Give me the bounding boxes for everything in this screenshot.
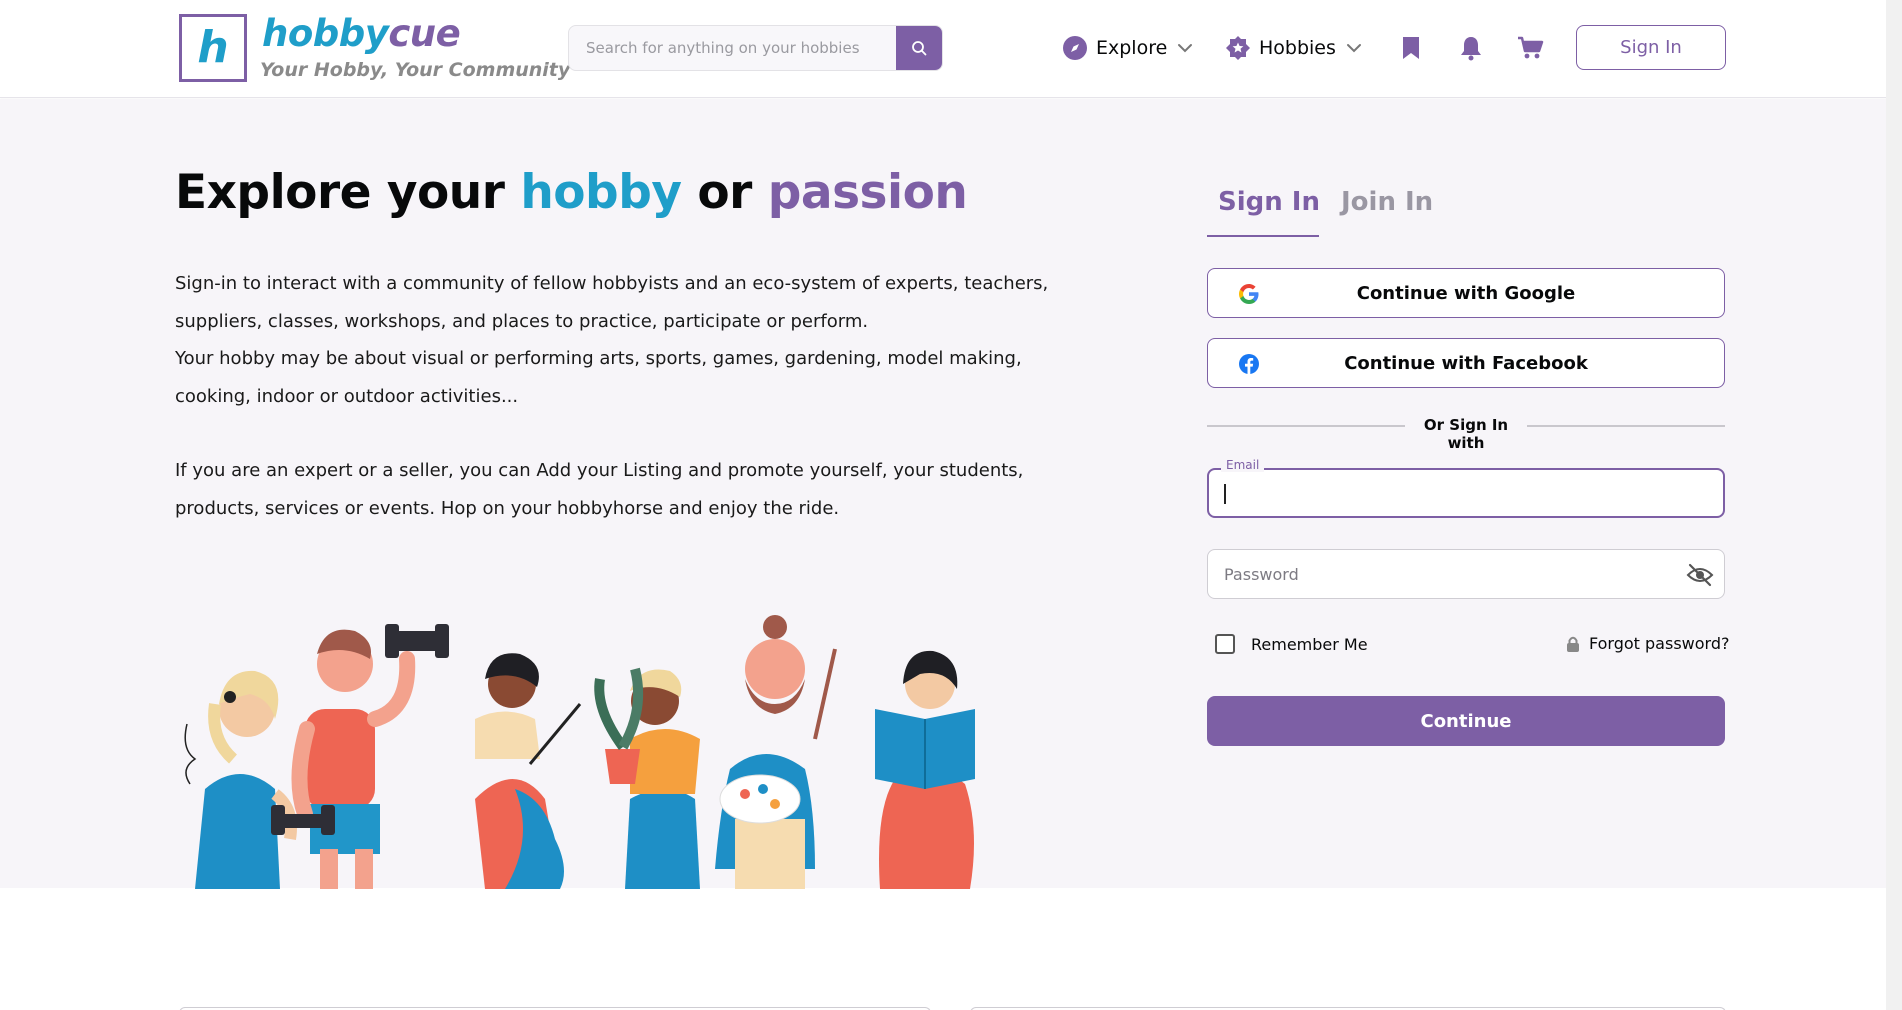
chevron-down-icon — [1178, 44, 1193, 53]
hobbies-badge-icon — [1226, 36, 1250, 60]
or-divider: Or Sign In with — [1207, 416, 1725, 452]
title-hobby: hobby — [520, 165, 682, 220]
remember-me[interactable]: Remember Me — [1215, 634, 1368, 654]
reader-figure — [875, 650, 975, 889]
tab-signin[interactable]: Sign In — [1218, 187, 1320, 217]
title-passion: passion — [767, 165, 968, 220]
nav-explore-label: Explore — [1096, 37, 1168, 59]
singer-figure — [184, 670, 297, 889]
intro-paragraph-3: If you are an expert or a seller, you ca… — [175, 460, 1024, 519]
facebook-signin-button[interactable]: Continue with Facebook — [1207, 338, 1725, 388]
hobbyists-illustration — [184, 615, 975, 889]
header-signin-button[interactable]: Sign In — [1576, 25, 1726, 70]
search-button[interactable] — [896, 26, 942, 70]
tab-join[interactable]: Join In — [1341, 187, 1433, 217]
google-signin-button[interactable]: Continue with Google — [1207, 268, 1725, 318]
eye-off-icon — [1686, 563, 1714, 587]
cart-button[interactable] — [1514, 30, 1548, 66]
email-field: Email — [1207, 458, 1725, 518]
remember-me-checkbox[interactable] — [1215, 634, 1235, 654]
notifications-button[interactable] — [1454, 30, 1488, 66]
page-scrollbar[interactable] — [1886, 0, 1902, 1010]
password-field — [1207, 549, 1725, 599]
active-tab-indicator — [1207, 235, 1319, 237]
hero-section: Explore your hobby or passion Sign-in to… — [0, 99, 1902, 889]
facebook-button-label: Continue with Facebook — [1344, 352, 1588, 374]
nav-explore[interactable]: Explore — [1062, 30, 1193, 66]
lock-icon — [1567, 636, 1579, 652]
athlete-figure — [271, 624, 449, 889]
divider-line-right — [1527, 425, 1725, 427]
chevron-down-icon — [1346, 44, 1361, 53]
musician-figure — [475, 653, 582, 889]
top-header: h hobbycue Your Hobby, Your Community Ex… — [0, 0, 1902, 98]
nav-hobbies-label: Hobbies — [1259, 37, 1336, 59]
google-icon — [1239, 284, 1259, 304]
gardener-figure — [594, 667, 700, 889]
google-button-label: Continue with Google — [1356, 282, 1576, 304]
divider-text: Or Sign In with — [1423, 416, 1509, 452]
intro-paragraph-2: Your hobby may be about visual or perfor… — [175, 348, 1022, 407]
compass-icon — [1063, 36, 1087, 60]
search-input[interactable] — [569, 26, 897, 70]
remember-me-label: Remember Me — [1251, 634, 1368, 654]
forgot-password-label: Forgot password? — [1589, 634, 1730, 653]
title-part3: or — [681, 165, 768, 220]
brand-name[interactable]: hobbycue — [262, 12, 461, 55]
email-input[interactable] — [1209, 470, 1723, 516]
divider-line-left — [1207, 425, 1405, 427]
bell-icon — [1461, 37, 1481, 61]
nav-hobbies[interactable]: Hobbies — [1225, 30, 1362, 66]
intro-paragraph-1: Sign-in to interact with a community of … — [175, 273, 1049, 332]
toggle-password-visibility[interactable] — [1686, 561, 1714, 589]
bookmark-icon — [1403, 37, 1419, 59]
password-input[interactable] — [1208, 550, 1668, 598]
text-cursor — [1224, 484, 1226, 504]
search-icon — [912, 41, 927, 56]
brand-name-part2: cue — [388, 12, 461, 55]
search-bar — [568, 25, 943, 71]
bookmark-button[interactable] — [1394, 30, 1428, 66]
brand-name-part1: hobby — [262, 12, 389, 55]
page-title: Explore your hobby or passion — [175, 165, 968, 220]
painter-figure — [715, 615, 837, 889]
facebook-icon — [1239, 354, 1259, 374]
continue-button[interactable]: Continue — [1207, 696, 1725, 746]
forgot-password-link[interactable]: Forgot password? — [1565, 634, 1729, 653]
title-part1: Explore your — [175, 165, 521, 220]
logo[interactable]: h — [179, 14, 247, 82]
brand-tagline: Your Hobby, Your Community — [260, 59, 571, 81]
cart-icon — [1518, 36, 1544, 59]
logo-letter: h — [197, 22, 229, 73]
